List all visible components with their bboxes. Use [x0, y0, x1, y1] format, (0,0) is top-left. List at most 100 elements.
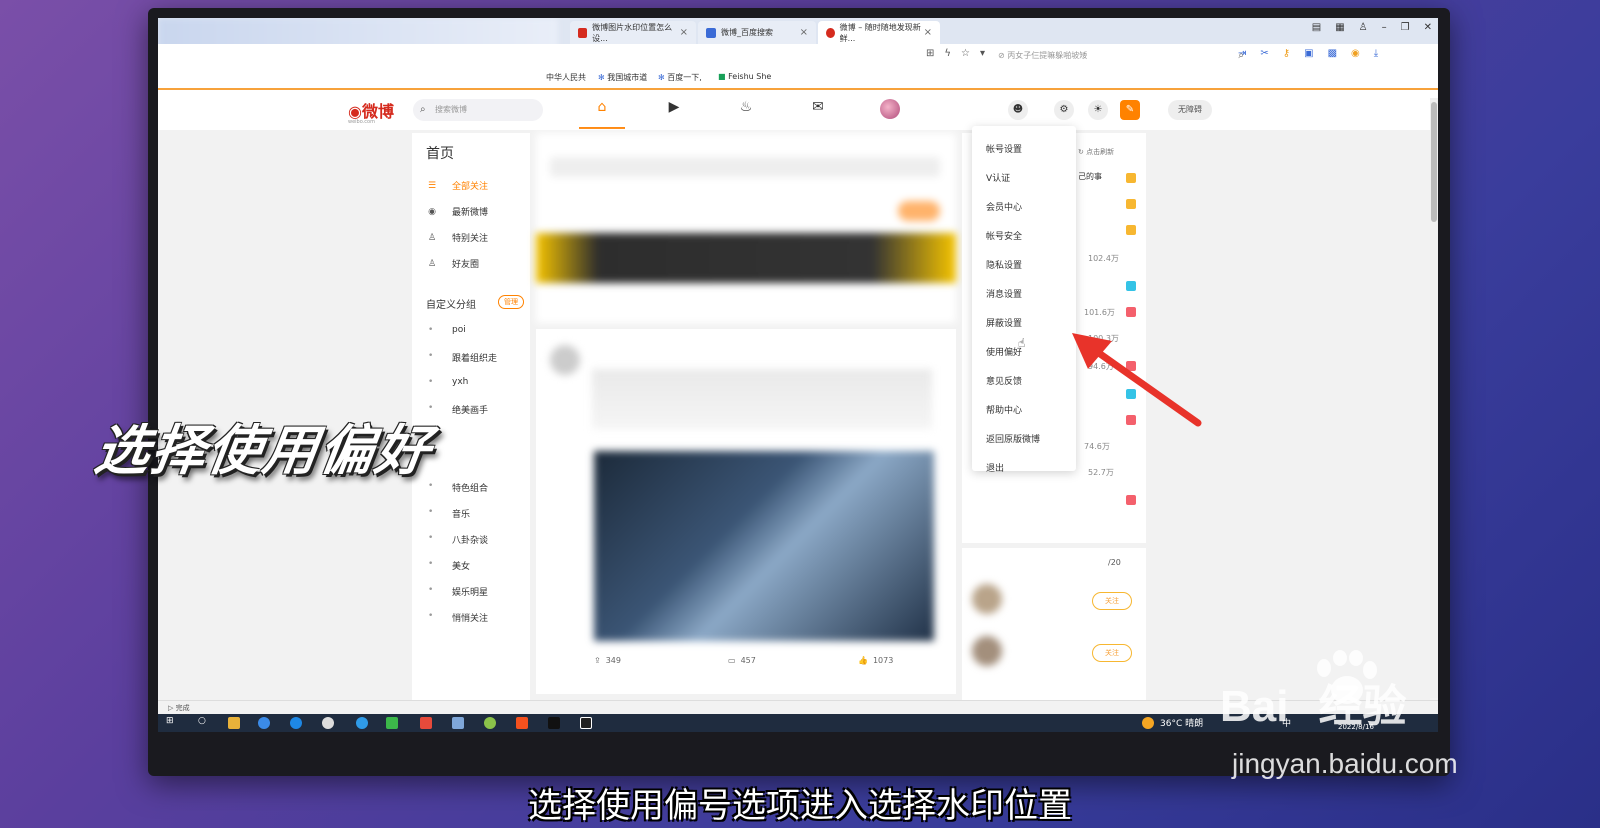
page-scrollbar[interactable]	[1430, 98, 1438, 698]
menu-item-classic[interactable]: 返回原版微博	[986, 432, 1040, 445]
bookmark-item[interactable]: ✻ 我国城市道	[598, 72, 647, 83]
video-icon[interactable]: ▶	[662, 99, 686, 115]
menu-item-preferences[interactable]: 使用偏好	[986, 345, 1022, 358]
sidebar-item-latest[interactable]: ◉ 最新微博	[426, 205, 488, 219]
login-icon[interactable]: ⇥	[1238, 48, 1246, 59]
collection-icon[interactable]: ▩	[1328, 48, 1337, 59]
restore-icon[interactable]: ❐	[1401, 22, 1410, 33]
key-icon[interactable]: ⚷	[1283, 48, 1290, 59]
hot-badge	[1126, 225, 1136, 235]
group-item[interactable]: 娱乐明星	[428, 585, 488, 598]
search-placeholder: 搜索微博	[435, 105, 467, 114]
group-item[interactable]: yxh	[428, 377, 468, 387]
menu-item-vip-center[interactable]: 会员中心	[986, 200, 1022, 213]
comment-button[interactable]: ▭ 457	[728, 656, 756, 665]
post-image[interactable]	[594, 451, 934, 641]
refresh-button[interactable]: ↻ 点击刷新	[1078, 147, 1114, 157]
compose-icon[interactable]: ✎	[1120, 100, 1140, 120]
app-icon[interactable]	[484, 717, 496, 729]
theme-icon[interactable]: ☀	[1088, 100, 1108, 120]
skin-icon[interactable]: ▦	[1335, 22, 1344, 33]
capcut-icon[interactable]	[580, 717, 592, 729]
tab-baidu-search[interactable]: 微博_百度搜索 ×	[698, 21, 816, 44]
download-icon[interactable]: ⤓	[1374, 48, 1378, 59]
follow-button[interactable]: 关注	[1092, 592, 1132, 610]
menu-item-message-settings[interactable]: 消息设置	[986, 287, 1022, 300]
group-item[interactable]: 八卦杂谈	[428, 533, 488, 546]
menu-item-privacy[interactable]: 隐私设置	[986, 258, 1022, 271]
scrollbar-thumb[interactable]	[1431, 102, 1437, 222]
sidebar-item-all-follow[interactable]: ☰ 全部关注	[426, 179, 488, 193]
search-box[interactable]: ⊘ 丙女子仨提嘛躲啪坡矮 ⌕	[998, 48, 1248, 64]
office-icon[interactable]	[516, 717, 528, 729]
search-circle-icon[interactable]: ○	[198, 716, 206, 726]
bot-icon[interactable]: ☻	[1008, 100, 1028, 120]
group-item[interactable]: 音乐	[428, 507, 470, 520]
menu-item-logout[interactable]: 退出	[986, 461, 1004, 474]
menu-item-block-settings[interactable]: 屏蔽设置	[986, 316, 1022, 329]
scissors-icon[interactable]: ✂	[1260, 48, 1268, 59]
gear-icon[interactable]: ⚙	[1054, 100, 1074, 120]
bookmark-item[interactable]: 中华人民共	[546, 72, 586, 83]
menu-item-help[interactable]: 帮助中心	[986, 403, 1022, 416]
weibo-search-input[interactable]: ⌕ 搜索微博	[413, 99, 543, 121]
recommend-panel: /20 关注 关注	[962, 548, 1146, 703]
sidebar-item-special[interactable]: ♙ 特别关注	[426, 231, 488, 245]
promo-banner[interactable]	[536, 233, 956, 283]
close-icon[interactable]: ×	[924, 27, 932, 38]
sidebar-item-friends[interactable]: ♙ 好友圈	[426, 257, 479, 271]
windows-start-icon[interactable]: ⊞	[166, 716, 174, 726]
group-item[interactable]: 跟着组织走	[428, 351, 498, 364]
home-icon[interactable]: ⌂	[590, 99, 614, 115]
tiktok-icon[interactable]	[548, 717, 560, 729]
minimize-icon[interactable]: –	[1382, 22, 1387, 33]
shirt-icon[interactable]: ♙	[1359, 22, 1368, 33]
app-icon[interactable]	[452, 717, 464, 729]
group-item[interactable]: poi	[428, 325, 466, 335]
group-item[interactable]: 绝美画手	[428, 403, 488, 416]
close-window-icon[interactable]: ✕	[1424, 22, 1432, 33]
accessibility-button[interactable]: 无障碍	[1168, 100, 1212, 120]
weibo-logo[interactable]: ◉微博 weibo.com	[348, 98, 394, 125]
coin-icon[interactable]: ◉	[1351, 48, 1360, 59]
new-badge	[1126, 281, 1136, 291]
close-icon[interactable]: ×	[800, 27, 808, 38]
group-item[interactable]: 特色组合	[428, 481, 488, 494]
edge-icon[interactable]	[290, 717, 302, 729]
close-icon[interactable]: ×	[680, 27, 688, 38]
group-item[interactable]: 悄悄关注	[428, 611, 488, 624]
manage-button[interactable]: 管理	[498, 295, 524, 309]
grid-icon[interactable]: ⊞	[926, 48, 934, 59]
menu-item-feedback[interactable]: 意见反馈	[986, 374, 1022, 387]
overlay-caption: 选择使用偏好	[90, 419, 436, 482]
star-icon[interactable]: ☆	[961, 48, 970, 59]
hot-badge	[1126, 173, 1136, 183]
bookmark-item[interactable]: ✻ 百度一下,	[658, 72, 702, 83]
hot-icon[interactable]: ♨	[734, 99, 758, 115]
message-icon[interactable]: ✉	[806, 99, 830, 115]
bookmark-item[interactable]: ■ Feishu She	[718, 72, 771, 81]
repost-button[interactable]: ⇪ 349	[594, 656, 621, 665]
like-button[interactable]: 👍 1073	[858, 656, 893, 665]
list-icon: ☰	[427, 180, 437, 191]
menu-item-account-security[interactable]: 帐号安全	[986, 229, 1022, 242]
menu-item-account-settings[interactable]: 帐号设置	[986, 142, 1022, 155]
app-icon[interactable]	[420, 717, 432, 729]
hot-badge	[1126, 495, 1136, 505]
file-explorer-icon[interactable]	[228, 717, 240, 729]
tab-watermark-search[interactable]: 微博图片水印位置怎么设... ×	[570, 21, 696, 44]
lightning-icon[interactable]: ϟ	[944, 48, 951, 59]
qq-browser-icon[interactable]	[356, 717, 368, 729]
tab-weibo[interactable]: 微博 – 随时随地发现新鲜... ×	[818, 21, 940, 44]
menu-item-v-verify[interactable]: V认证	[986, 171, 1010, 184]
browser-icon[interactable]	[258, 717, 270, 729]
sidebar-icon[interactable]: ▣	[1304, 48, 1313, 59]
user-avatar[interactable]	[880, 99, 900, 119]
group-label: 跟着组织走	[452, 354, 498, 364]
sogou-icon[interactable]	[322, 717, 334, 729]
group-item[interactable]: 美女	[428, 559, 470, 572]
chevron-down-icon[interactable]: ▾	[980, 48, 985, 59]
wechat-icon[interactable]	[386, 717, 398, 729]
menu-icon[interactable]: ▤	[1312, 22, 1321, 33]
follow-button[interactable]: 关注	[1092, 644, 1132, 662]
